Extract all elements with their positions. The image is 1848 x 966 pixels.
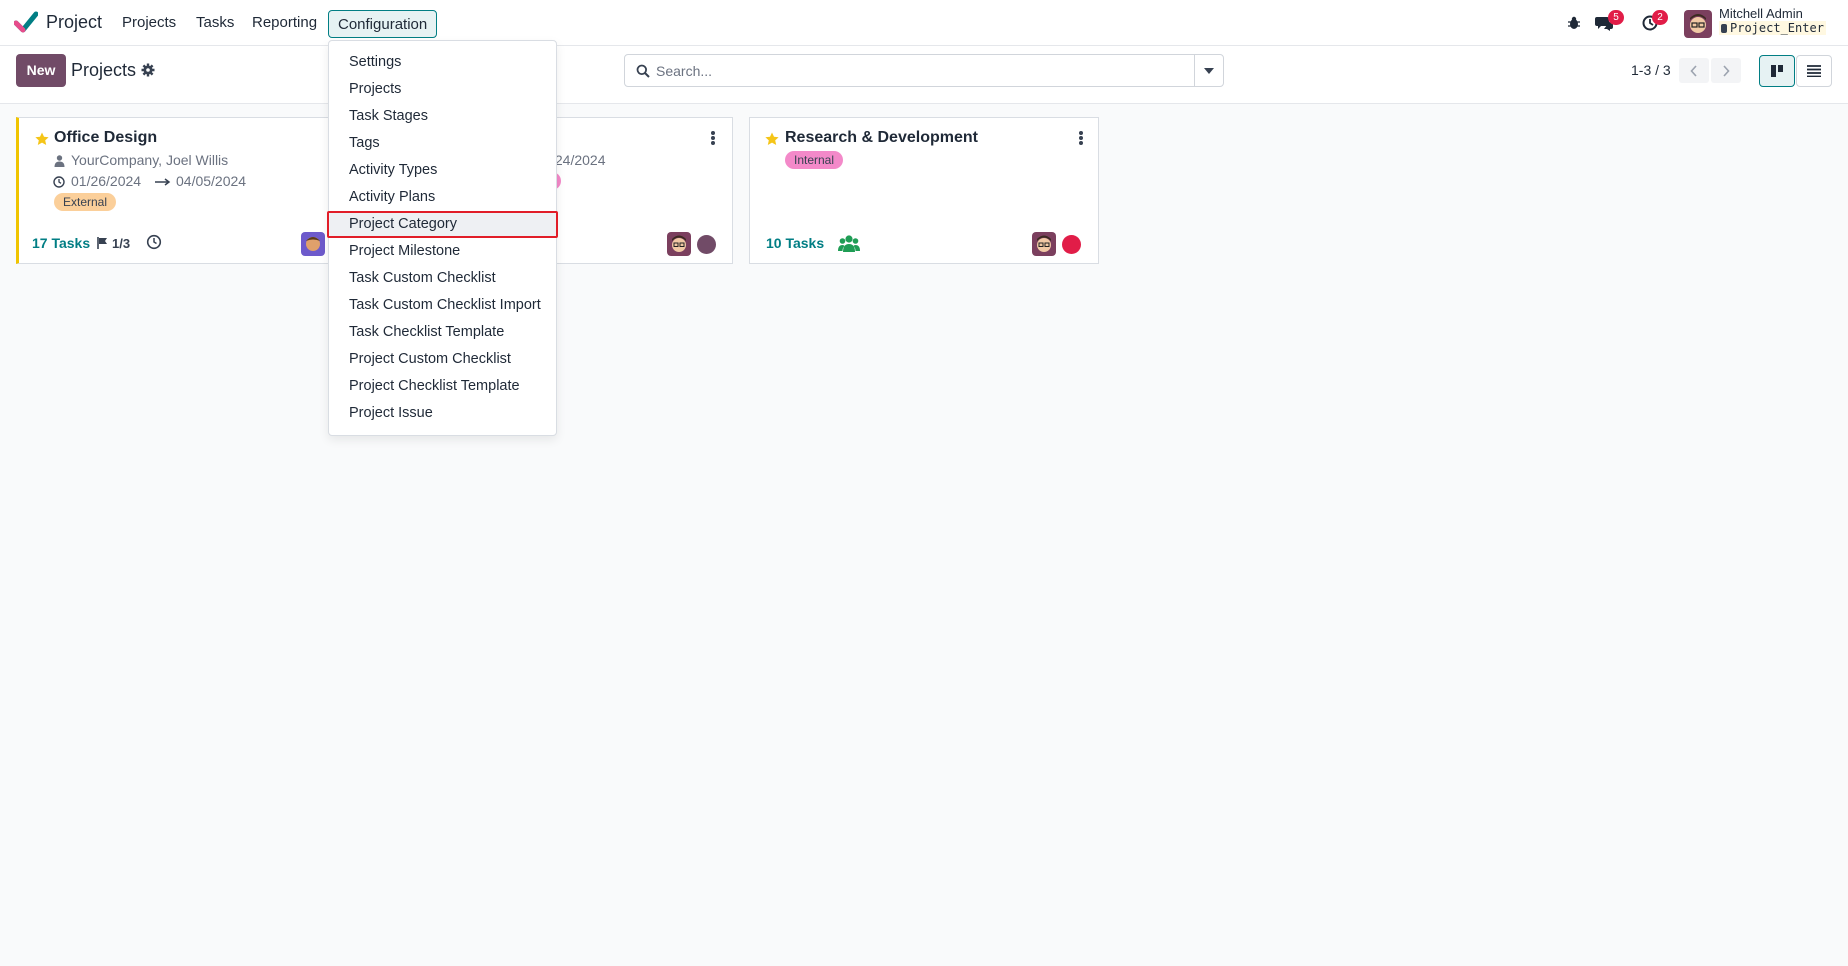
menu-item-tags[interactable]: Tags [329,130,556,157]
kanban-icon [1771,65,1783,77]
clock-icon [53,176,65,188]
database-icon [1721,24,1727,33]
database-label: Project_Enter [1730,21,1824,35]
project-start-date: 01/26/2024 [71,173,142,189]
flag-icon [97,237,107,249]
status-indicator[interactable] [1062,235,1081,254]
pager-previous-button[interactable] [1679,58,1709,83]
arrow-right-icon [155,178,171,186]
tasks-count-link[interactable]: 17 Tasks [32,235,90,251]
project-date-fragment: /24/2024 [551,152,606,168]
kanban-view-button[interactable] [1759,55,1795,87]
configuration-dropdown: Settings Projects Task Stages Tags Activ… [327,40,558,436]
project-card[interactable]: Office Design YourCompany, Joel Willis 0… [16,117,338,264]
menu-item-task-checklist-template[interactable]: Task Checklist Template [329,319,556,346]
control-panel: New Projects 1-3 / 3 [0,46,1848,104]
list-icon [1807,65,1821,77]
pager-next-button[interactable] [1711,58,1741,83]
menu-item-project-milestone[interactable]: Project Milestone [329,238,556,265]
menu-item-project-checklist-template[interactable]: Project Checklist Template [329,373,556,400]
new-button[interactable]: New [16,54,66,87]
database-name: Project_Enter [1719,21,1826,35]
bug-icon[interactable] [1563,13,1585,33]
app-name: Project [46,11,103,32]
menu-item-activity-types[interactable]: Activity Types [329,157,556,184]
caret-down-icon [1204,67,1214,74]
project-card[interactable]: Research & Development Internal 10 Tasks [749,117,1099,264]
tasks-count-link[interactable]: 10 Tasks [766,235,824,251]
menu-item-project-custom-checklist[interactable]: Project Custom Checklist [329,346,556,373]
status-indicator[interactable] [697,235,716,254]
activities-badge: 2 [1652,10,1668,25]
project-tag: External [54,193,117,211]
manager-avatar[interactable] [301,232,325,256]
project-end-date: 04/05/2024 [176,173,247,189]
card-menu-icon[interactable] [711,131,715,145]
app-brand[interactable]: Project [14,11,102,33]
page-title: Projects [71,60,137,80]
menu-tasks[interactable]: Tasks [196,14,234,31]
user-icon [54,155,65,167]
search-input[interactable] [656,59,1196,83]
project-title[interactable]: Office Design [54,129,157,147]
list-view-button[interactable] [1796,55,1832,87]
chevron-right-icon [1723,64,1730,77]
chevron-left-icon [1690,64,1697,77]
pager-value[interactable]: 1-3 / 3 [1631,62,1671,78]
top-navbar: Project Projects Tasks Reporting Configu… [0,0,1848,46]
activity-clock-icon[interactable] [146,234,162,250]
project-tag: Internal [785,151,844,169]
menu-item-activity-plans[interactable]: Activity Plans [329,184,556,211]
menu-item-project-issue[interactable]: Project Issue [329,400,556,427]
favorite-star-icon[interactable] [35,132,49,146]
followers-icon[interactable] [838,234,860,252]
card-menu-icon[interactable] [1079,131,1083,145]
user-name[interactable]: Mitchell Admin [1719,6,1803,21]
menu-item-task-custom-checklist[interactable]: Task Custom Checklist [329,265,556,292]
selection-highlight [327,211,558,238]
search-options-toggle[interactable] [1194,55,1223,86]
manager-avatar[interactable] [1032,232,1056,256]
menu-reporting[interactable]: Reporting [252,14,317,31]
menu-item-task-custom-checklist-import[interactable]: Task Custom Checklist Import [329,292,556,319]
project-title[interactable]: Research & Development [785,129,978,147]
manager-avatar[interactable] [667,232,691,256]
search-bar [624,54,1224,87]
messages-badge: 5 [1608,10,1624,25]
menu-item-project-category[interactable]: Project Category [327,211,558,238]
menu-projects[interactable]: Projects [122,14,176,31]
favorite-star-icon[interactable] [765,132,779,146]
milestones-progress[interactable]: 1/3 [112,236,130,251]
project-logo-icon [14,11,38,33]
project-customer: YourCompany, Joel Willis [71,152,229,168]
user-avatar[interactable] [1684,10,1712,38]
menu-item-projects[interactable]: Projects [329,76,556,103]
menu-item-task-stages[interactable]: Task Stages [329,103,556,130]
menu-item-settings[interactable]: Settings [329,49,556,76]
menu-configuration[interactable]: Configuration [328,10,438,38]
search-icon [636,64,650,78]
gear-icon[interactable] [141,63,155,77]
